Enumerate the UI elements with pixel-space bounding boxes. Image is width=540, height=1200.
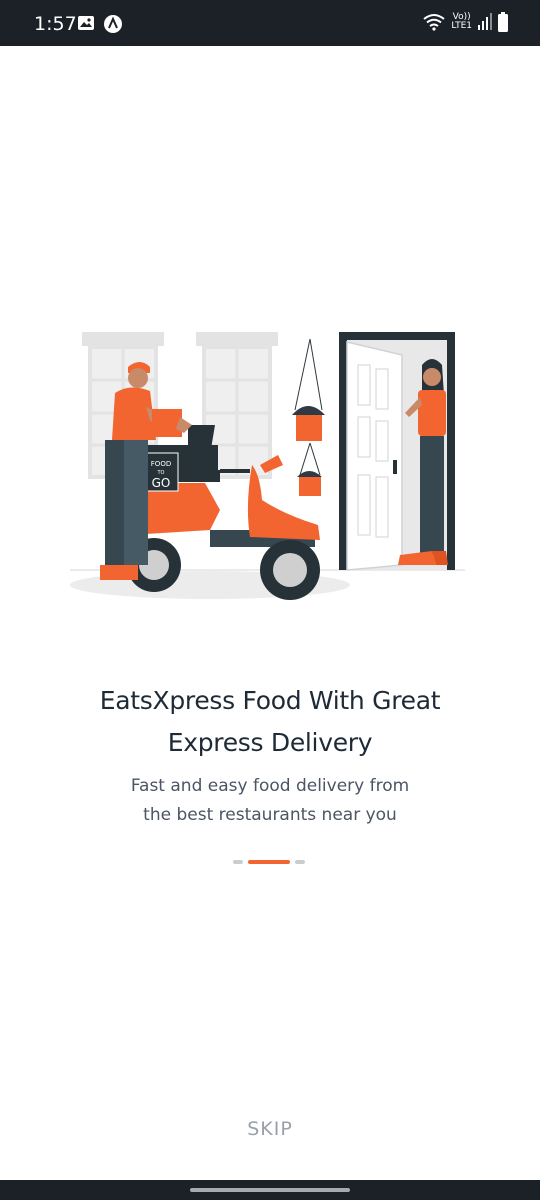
food-box-label-top: FOOD [151,460,171,468]
title-line-2: Express Delivery [167,728,373,757]
onboarding-title: EatsXpress Food With Great Express Deliv… [40,680,500,764]
home-gesture-handle[interactable] [190,1188,350,1192]
signal-icon [478,13,492,30]
status-notification-icons [77,14,123,34]
page-dot-2-active[interactable] [248,860,290,864]
page-indicator [233,860,305,864]
app-a-icon [104,15,122,33]
hanging-plant-bottom [297,442,322,496]
hanging-plant-top [292,338,325,441]
wifi-icon [423,14,445,31]
page-dot-1[interactable] [233,860,243,864]
onboarding-screen: 1:57 Vo)) LTE1 FOOD TO GO EatsXpress Foo… [0,0,540,1200]
status-system-icons: Vo)) LTE1 [423,12,508,32]
skip-button[interactable]: SKIP [220,1118,320,1140]
onboarding-subtitle: Fast and easy food delivery from the bes… [90,772,450,830]
system-navigation-bar [0,1180,540,1200]
subtitle-line-1: Fast and easy food delivery from [130,776,410,796]
food-box-label-bottom: GO [152,476,171,490]
status-time: 1:57 [34,13,77,35]
battery-icon [498,12,508,32]
title-line-1: EatsXpress Food With Great [99,686,441,715]
status-bar: 1:57 Vo)) LTE1 [0,0,540,46]
image-icon [78,16,94,30]
page-dot-3[interactable] [295,860,305,864]
subtitle-line-2: the best restaurants near you [143,805,397,825]
network-type: Vo)) LTE1 [451,12,472,31]
delivery-illustration: FOOD TO GO [70,332,465,600]
